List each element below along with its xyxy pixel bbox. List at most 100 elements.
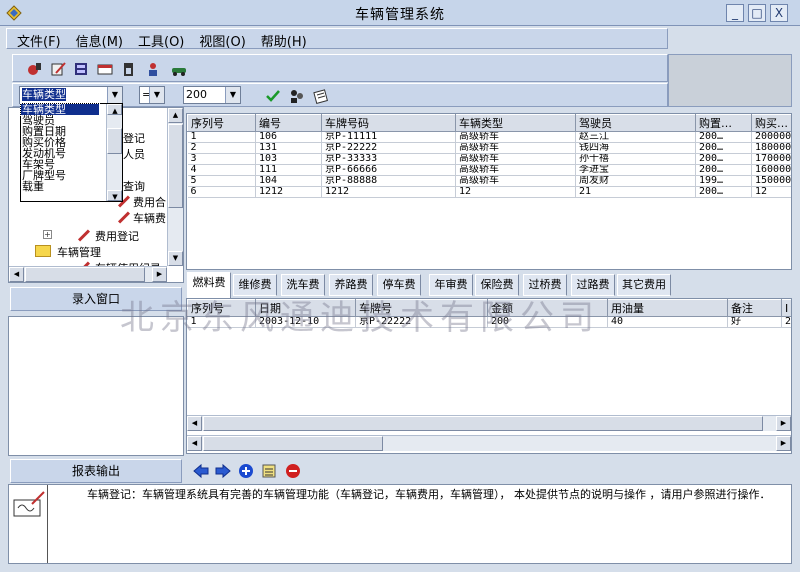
fuel-horizontal-scrollbar-1[interactable]: ◀ ▶	[187, 415, 791, 431]
column-header[interactable]: 金额	[487, 299, 608, 317]
column-header[interactable]: 序列号	[187, 299, 256, 317]
add-record-icon[interactable]	[238, 463, 254, 479]
vehicle-row[interactable]: 6 1212 1212 12 21 200… 12	[187, 186, 791, 198]
table-cell[interactable]: 180000	[751, 142, 791, 154]
scroll-thumb[interactable]	[203, 436, 383, 451]
table-cell[interactable]: 李进宝	[575, 164, 696, 176]
table-cell[interactable]: 高级轿车	[455, 164, 576, 176]
tab-road-toll[interactable]: 过路费	[571, 274, 615, 296]
menu-help[interactable]: 帮助(H)	[251, 29, 312, 50]
table-cell[interactable]: 周发财	[575, 175, 696, 187]
table-cell[interactable]: 2	[781, 316, 791, 328]
tab-other-expenses[interactable]: 其它费用	[617, 274, 671, 296]
column-header[interactable]: 购买…	[751, 114, 791, 132]
table-cell[interactable]: 200…	[695, 153, 752, 165]
table-cell[interactable]: 131	[255, 142, 322, 154]
entry-window-header[interactable]: 录入窗口	[10, 287, 182, 311]
scroll-thumb[interactable]	[25, 267, 145, 282]
scroll-up-icon[interactable]: ▲	[168, 108, 183, 123]
table-cell[interactable]: 2003-12-10	[255, 316, 356, 328]
scroll-thumb[interactable]	[107, 128, 122, 154]
table-cell[interactable]: 孙千禧	[575, 153, 696, 165]
tree-node[interactable]: 查询	[123, 178, 145, 194]
table-cell[interactable]: 京P-66666	[321, 164, 456, 176]
tab-wash[interactable]: 洗车费	[281, 274, 325, 296]
scroll-down-icon[interactable]: ▼	[168, 251, 183, 266]
minimize-button[interactable]: _	[726, 4, 744, 22]
table-cell[interactable]: 40	[607, 316, 728, 328]
scroll-left-icon[interactable]: ◀	[9, 267, 24, 282]
table-cell[interactable]: 1212	[255, 186, 322, 198]
scroll-thumb[interactable]	[168, 124, 183, 208]
column-header[interactable]: 车牌号码	[321, 114, 456, 132]
table-cell[interactable]: 103	[255, 153, 322, 165]
tab-repair[interactable]: 维修费	[233, 274, 277, 296]
tree-node[interactable]: 人员	[123, 146, 145, 162]
vehicle-register-icon[interactable]	[27, 61, 43, 77]
expand-icon[interactable]: +	[43, 230, 52, 239]
vehicle-row[interactable]: 5 104 京P-88888 高级轿车 周发财 199… 150000	[187, 175, 791, 187]
tab-bridge-toll[interactable]: 过桥费	[523, 274, 567, 296]
tree-horizontal-scrollbar[interactable]: ◀ ▶	[9, 266, 167, 282]
car-icon[interactable]	[171, 61, 187, 77]
filter-field-dropdown[interactable]: 车辆类型 驾驶员 购置日期 购买价格 发动机号 车架号 厂牌型号 载重 ▲ ▼	[20, 103, 123, 202]
filter-field-select[interactable]: 车辆类型 ▼	[19, 86, 123, 104]
scroll-right-icon[interactable]: ▶	[776, 416, 791, 431]
edit-icon[interactable]	[50, 61, 66, 77]
table-cell[interactable]: 1	[187, 131, 256, 143]
table-cell[interactable]: 6	[187, 186, 256, 198]
column-header[interactable]: 车牌号	[355, 299, 488, 317]
table-cell[interactable]: 京P-11111	[321, 131, 456, 143]
maximize-button[interactable]: □	[748, 4, 766, 22]
scroll-left-icon[interactable]: ◀	[187, 436, 202, 451]
tab-fuel[interactable]: 燃料费	[187, 272, 231, 298]
menu-info[interactable]: 信息(M)	[66, 29, 128, 50]
chevron-down-icon[interactable]: ▼	[149, 87, 164, 103]
scroll-right-icon[interactable]: ▶	[152, 267, 167, 282]
tab-road-maintenance[interactable]: 养路费	[329, 274, 373, 296]
menu-tools[interactable]: 工具(O)	[128, 29, 189, 50]
vehicle-row[interactable]: 4 111 京P-66666 高级轿车 李进宝 200… 160000	[187, 164, 791, 176]
table-cell[interactable]: 5	[187, 175, 256, 187]
tree-node[interactable]: 费用登记	[95, 228, 139, 244]
fuel-pump-icon[interactable]	[121, 61, 137, 77]
table-cell[interactable]: 200…	[695, 164, 752, 176]
table-cell[interactable]: 200…	[695, 142, 752, 154]
table-cell[interactable]: 12	[751, 186, 791, 198]
delete-record-icon[interactable]	[285, 463, 301, 479]
scroll-thumb[interactable]	[203, 416, 763, 431]
close-button[interactable]: X	[770, 4, 788, 22]
column-header[interactable]: 备注	[727, 299, 782, 317]
table-cell[interactable]: 2	[187, 142, 256, 154]
table-cell[interactable]: 104	[255, 175, 322, 187]
table-cell[interactable]: 高级轿车	[455, 142, 576, 154]
tree-node[interactable]: 登记	[123, 130, 145, 146]
table-cell[interactable]: 京P-33333	[321, 153, 456, 165]
column-header[interactable]: 日期	[255, 299, 356, 317]
tree-vertical-scrollbar[interactable]: ▲ ▼	[167, 108, 183, 266]
table-cell[interactable]: 好	[727, 316, 782, 328]
column-header[interactable]: 用油量	[607, 299, 728, 317]
table-cell[interactable]: 京P-22222	[321, 142, 456, 154]
scroll-left-icon[interactable]: ◀	[187, 416, 202, 431]
tab-parking[interactable]: 停车费	[377, 274, 421, 296]
search-people-icon[interactable]	[289, 88, 305, 104]
table-cell[interactable]: 高级轿车	[455, 175, 576, 187]
table-cell[interactable]: 3	[187, 153, 256, 165]
table-cell[interactable]: 高级轿车	[455, 153, 576, 165]
column-header[interactable]: 编号	[255, 114, 322, 132]
scroll-right-icon[interactable]: ▶	[776, 436, 791, 451]
table-cell[interactable]: 111	[255, 164, 322, 176]
column-header[interactable]: 驾驶员	[575, 114, 696, 132]
filter-value-select[interactable]: 200 ▼	[183, 86, 241, 104]
person-icon[interactable]	[145, 61, 161, 77]
table-cell[interactable]: 106	[255, 131, 322, 143]
table-cell[interactable]: 12	[455, 186, 576, 198]
confirm-check-icon[interactable]	[265, 88, 281, 104]
vehicle-row[interactable]: 3 103 京P-33333 高级轿车 孙千禧 200… 170000	[187, 153, 791, 165]
table-cell[interactable]: 200000	[751, 131, 791, 143]
vehicle-row[interactable]: 1 106 京P-11111 高级轿车 赵三江 200… 200000	[187, 131, 791, 143]
tab-insurance[interactable]: 保险费	[475, 274, 519, 296]
list-icon[interactable]	[261, 463, 277, 479]
table-cell[interactable]: 150000	[751, 175, 791, 187]
